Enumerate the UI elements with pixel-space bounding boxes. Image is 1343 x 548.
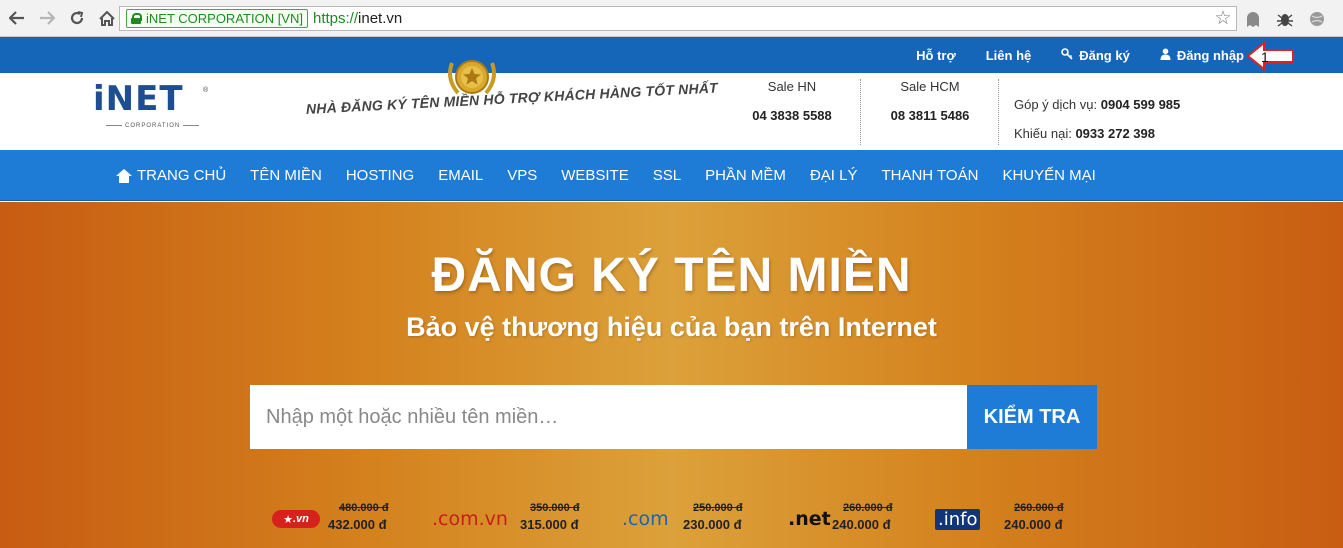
address-bar[interactable]: iNET CORPORATION [VN] https://inet.vn ☆ bbox=[119, 6, 1237, 31]
nav-item-ssl[interactable]: SSL bbox=[653, 167, 681, 184]
url-scheme: https:// bbox=[312, 10, 359, 27]
bug-extension-icon[interactable] bbox=[1272, 6, 1298, 32]
old-price: 480.000 đ bbox=[339, 502, 389, 514]
slogan: NHÀ ĐĂNG KÝ TÊN MIỀN HỖ TRỢ KHÁCH HÀNG T… bbox=[305, 79, 719, 117]
nav-label: TRANG CHỦ bbox=[137, 167, 227, 184]
divider bbox=[998, 79, 999, 145]
browser-toolbar: iNET CORPORATION [VN] https://inet.vn ☆ bbox=[0, 0, 1343, 37]
price-item-comvn[interactable]: .com.vn 350.000 đ 315.000 đ bbox=[432, 502, 592, 542]
reload-button[interactable] bbox=[64, 5, 90, 31]
nav-item-vps[interactable]: VPS bbox=[507, 167, 537, 184]
nav-item-reseller[interactable]: ĐẠI LÝ bbox=[810, 167, 858, 184]
extension-icons bbox=[1240, 6, 1330, 32]
old-price: 260.000 đ bbox=[843, 502, 893, 514]
site-header: iNET CORPORATION ® NHÀ ĐĂNG KÝ TÊN MIỀN … bbox=[0, 60, 1343, 150]
price-item-com[interactable]: .com 250.000 đ 230.000 đ bbox=[622, 502, 762, 542]
new-price: 240.000 đ bbox=[1004, 517, 1063, 532]
nav-item-promotion[interactable]: KHUYẾN MẠI bbox=[1002, 167, 1095, 184]
key-icon bbox=[1061, 47, 1073, 63]
nav-item-hosting[interactable]: HOSTING bbox=[346, 167, 414, 184]
complaint-number[interactable]: 0933 272 398 bbox=[1075, 126, 1155, 141]
registered-mark-icon: ® bbox=[203, 87, 209, 94]
inet-logo[interactable]: iNET CORPORATION ® bbox=[93, 79, 213, 129]
logo-text: iNET bbox=[93, 79, 184, 119]
price-item-vn[interactable]: ★ .vn 480.000 đ 432.000 đ bbox=[272, 502, 402, 542]
sale-hcm-contact: Sale HCM 08 3811 5486 bbox=[878, 79, 982, 143]
tld-net-logo: .net bbox=[788, 508, 831, 530]
top-utility-bar: Hỗ trợ Liên hệ Đăng ký Đăng nhập bbox=[0, 37, 1343, 73]
sale-hn-contact: Sale HN 04 3838 5588 bbox=[740, 79, 844, 143]
old-price: 350.000 đ bbox=[530, 502, 580, 514]
nav-item-domain[interactable]: TÊN MIỀN bbox=[250, 167, 322, 184]
main-navigation: TRANG CHỦ TÊN MIỀN HOSTING EMAIL VPS WEB… bbox=[0, 150, 1343, 201]
new-price: 315.000 đ bbox=[520, 517, 579, 532]
old-price: 260.000 đ bbox=[1014, 502, 1064, 514]
domain-search-input[interactable] bbox=[250, 385, 968, 449]
new-price: 432.000 đ bbox=[328, 517, 387, 532]
tld-vn-logo: ★ .vn bbox=[272, 509, 320, 529]
logo-subtitle: CORPORATION bbox=[103, 123, 202, 129]
forward-button[interactable] bbox=[34, 5, 60, 31]
check-domain-button[interactable]: KIỂM TRA bbox=[967, 385, 1097, 449]
ev-certificate-badge[interactable]: iNET CORPORATION [VN] bbox=[126, 9, 308, 28]
annotation-number: 1 bbox=[1261, 49, 1269, 65]
login-label: Đăng nhập bbox=[1176, 47, 1244, 63]
login-link[interactable]: Đăng nhập bbox=[1160, 48, 1244, 63]
tld-com-logo: .com bbox=[622, 508, 669, 530]
hero-title: ĐĂNG KÝ TÊN MIỀN bbox=[431, 249, 912, 302]
register-label: Đăng ký bbox=[1079, 47, 1130, 63]
price-item-net[interactable]: .net 260.000 đ 240.000 đ bbox=[788, 502, 928, 542]
ghost-extension-icon[interactable] bbox=[1240, 6, 1266, 32]
ev-label: iNET CORPORATION [VN] bbox=[146, 11, 303, 26]
nav-item-email[interactable]: EMAIL bbox=[438, 167, 483, 184]
hotline-block: Góp ý dịch vụ: 0904 599 985 Khiếu nại: 0… bbox=[1014, 90, 1180, 148]
price-item-info[interactable]: .info 260.000 đ 240.000 đ bbox=[935, 502, 1085, 542]
back-button[interactable] bbox=[4, 5, 30, 31]
home-icon bbox=[116, 168, 132, 183]
lock-icon bbox=[131, 13, 142, 24]
complaint-label: Khiếu nại: bbox=[1014, 126, 1072, 141]
hero-subtitle: Bảo vệ thương hiệu của bạn trên Internet bbox=[406, 312, 937, 342]
new-price: 240.000 đ bbox=[832, 517, 891, 532]
sale-hcm-label: Sale HCM bbox=[900, 79, 960, 94]
nav-item-software[interactable]: PHẦN MỀM bbox=[705, 167, 786, 184]
user-icon bbox=[1160, 48, 1171, 63]
sale-hcm-number[interactable]: 08 3811 5486 bbox=[878, 108, 982, 123]
feedback-number[interactable]: 0904 599 985 bbox=[1101, 97, 1181, 112]
contact-link[interactable]: Liên hệ bbox=[986, 48, 1032, 63]
nav-item-website[interactable]: WEBSITE bbox=[561, 167, 629, 184]
bookmark-star-icon[interactable]: ☆ bbox=[1210, 7, 1236, 30]
sale-hn-number[interactable]: 04 3838 5588 bbox=[740, 108, 844, 123]
feedback-label: Góp ý dịch vụ: bbox=[1014, 97, 1098, 112]
new-price: 230.000 đ bbox=[683, 517, 742, 532]
support-link[interactable]: Hỗ trợ bbox=[916, 48, 956, 63]
divider bbox=[860, 79, 861, 145]
register-link[interactable]: Đăng ký bbox=[1061, 48, 1130, 63]
url-host: inet.vn bbox=[358, 10, 403, 27]
tld-comvn-logo: .com.vn bbox=[432, 508, 508, 530]
home-button[interactable] bbox=[94, 5, 120, 31]
tld-info-logo: .info bbox=[935, 508, 981, 530]
nav-item-home[interactable]: TRANG CHỦ bbox=[116, 167, 226, 184]
sale-hn-label: Sale HN bbox=[767, 79, 817, 94]
globe-extension-icon[interactable] bbox=[1304, 6, 1330, 32]
annotation-arrow-icon: 1 bbox=[1247, 41, 1294, 71]
domain-prices: ★ .vn 480.000 đ 432.000 đ .com.vn 350.000… bbox=[0, 502, 1343, 542]
hero-banner: ĐĂNG KÝ TÊN MIỀN Bảo vệ thương hiệu của … bbox=[0, 202, 1343, 548]
nav-item-payment[interactable]: THANH TOÁN bbox=[881, 167, 978, 184]
old-price: 250.000 đ bbox=[693, 502, 743, 514]
